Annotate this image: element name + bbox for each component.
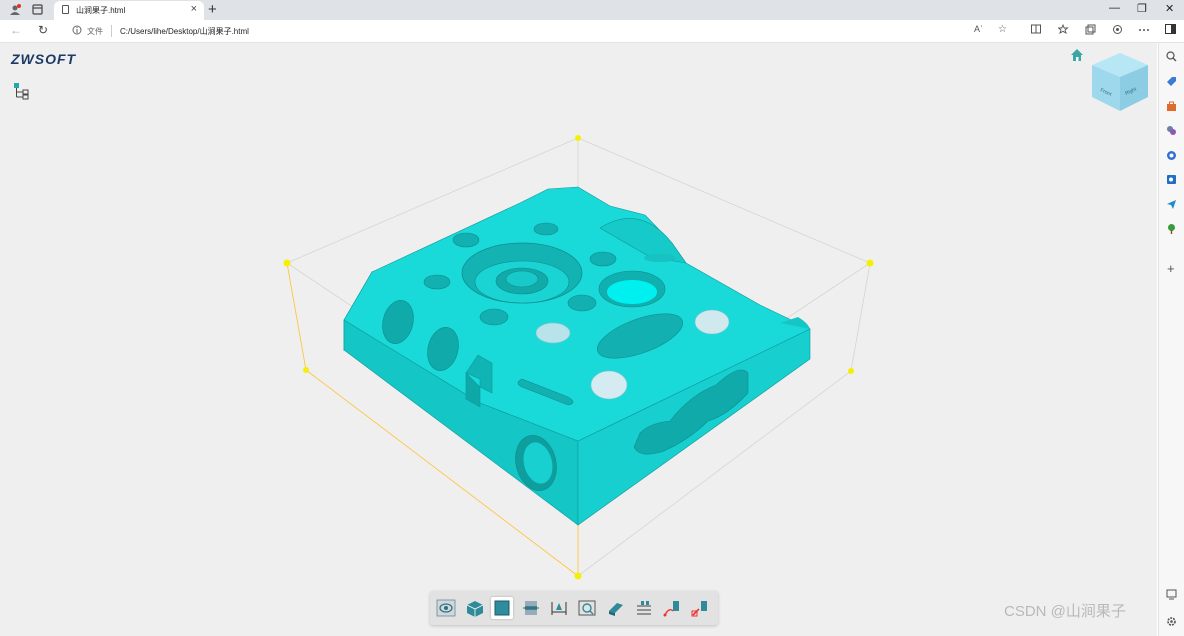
info-icon[interactable] <box>72 25 82 37</box>
restore-button[interactable]: ❐ <box>1137 2 1147 15</box>
new-tab-button[interactable]: + <box>208 1 217 18</box>
sidebar-toggle-icon[interactable] <box>1165 24 1176 37</box>
more-menu-icon[interactable] <box>1138 24 1150 35</box>
url-divider <box>111 25 112 37</box>
view-icon[interactable] <box>435 597 457 619</box>
tab-close-icon[interactable]: × <box>191 3 197 15</box>
shaded-edges-icon[interactable] <box>491 597 513 619</box>
explode-icon[interactable] <box>605 597 627 619</box>
profile-icon[interactable] <box>9 4 21 19</box>
properties-icon[interactable] <box>633 597 655 619</box>
favorite-star-icon[interactable]: ☆ <box>998 24 1007 35</box>
shaded-icon[interactable] <box>464 597 486 619</box>
section-icon[interactable] <box>520 597 542 619</box>
read-aloud-icon[interactable]: Aʾ <box>974 24 983 34</box>
collections-icon[interactable] <box>1085 24 1096 38</box>
3d-viewport[interactable]: ZWSOFT Front Right CSDN @山涧果子 <box>0 43 1157 636</box>
3d-model-canvas[interactable] <box>0 43 1157 636</box>
page-icon <box>62 5 69 14</box>
favorites-icon[interactable] <box>1057 23 1069 37</box>
fit-icon[interactable] <box>576 597 598 619</box>
cad-part[interactable] <box>343 186 811 526</box>
measure-icon[interactable] <box>548 597 570 619</box>
back-button[interactable]: ← <box>10 23 22 37</box>
url-scheme-label: 文件 <box>87 27 103 36</box>
split-screen-icon[interactable] <box>1031 24 1041 37</box>
games-icon[interactable] <box>1166 125 1177 138</box>
tag-icon[interactable] <box>1166 76 1177 89</box>
minimize-button[interactable]: — <box>1109 2 1120 14</box>
viewer-toolbar <box>430 591 718 625</box>
refresh-button[interactable]: ↻ <box>38 23 48 37</box>
outlook-icon[interactable] <box>1166 174 1177 187</box>
screenshot-icon[interactable] <box>1166 589 1177 602</box>
send-icon[interactable] <box>1166 199 1177 212</box>
settings-icon[interactable] <box>689 597 711 619</box>
address-bar-row: ← ↻ 文件 C:/Users/lihe/Desktop/山涧果子.html A… <box>0 20 1184 43</box>
office-icon[interactable] <box>1166 150 1177 163</box>
sidebar-settings-icon[interactable] <box>1166 616 1177 629</box>
add-app-icon[interactable]: + <box>1167 261 1175 276</box>
tab-actions-icon[interactable] <box>32 4 43 18</box>
search-icon[interactable] <box>1166 51 1177 64</box>
url-input[interactable]: C:/Users/lihe/Desktop/山涧果子.html <box>120 26 249 37</box>
browser-sidebar: + <box>1158 43 1184 636</box>
tab-active[interactable]: 山涧果子.html × <box>54 1 204 20</box>
tab-title: 山涧果子.html <box>76 6 126 15</box>
markup-icon[interactable] <box>661 597 683 619</box>
close-window-button[interactable]: ✕ <box>1165 2 1174 15</box>
csdn-watermark: CSDN @山涧果子 <box>1004 603 1126 620</box>
browser-titlebar: 山涧果子.html × + — ❐ ✕ <box>0 0 1184 20</box>
tree-icon[interactable] <box>1166 223 1177 236</box>
toolbox-icon[interactable] <box>1166 101 1177 114</box>
extensions-icon[interactable] <box>1112 24 1123 38</box>
